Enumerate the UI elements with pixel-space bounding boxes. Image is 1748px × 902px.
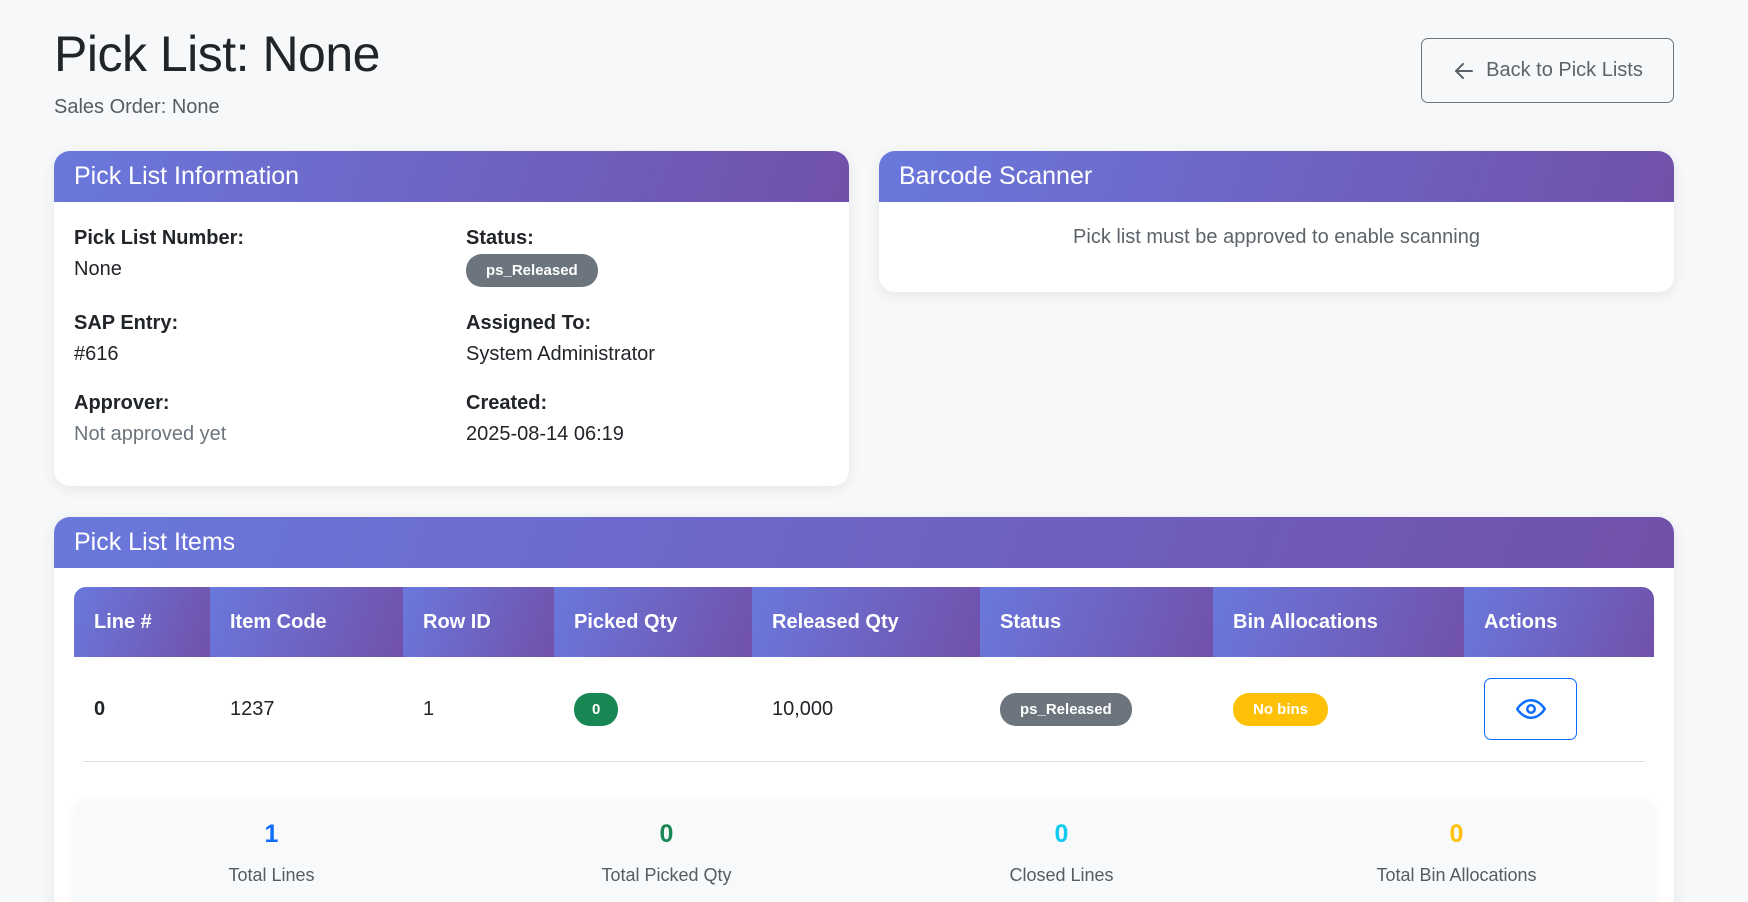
summary-total-picked: 0 Total Picked Qty [469,800,864,902]
cell-picked-qty: 0 [554,692,752,726]
approver-field: Approver: Not approved yet [74,392,226,446]
summary-closed-lines: 0 Closed Lines [864,800,1259,902]
summary-closed-lines-value: 0 [1054,820,1069,848]
view-item-button[interactable] [1484,678,1577,740]
page-header: Pick List: None Sales Order: None [54,24,380,119]
cell-status: ps_Released [980,692,1213,726]
sap-entry-label: SAP Entry: [74,312,179,334]
sap-entry-field: SAP Entry: #616 [74,312,178,366]
created-label: Created: [466,392,548,414]
summary-total-picked-value: 0 [659,820,674,848]
assigned-to-label: Assigned To: [466,312,592,334]
pick-list-number-label: Pick List Number: [74,227,245,249]
status-badge: ps_Released [466,254,598,287]
summary-total-picked-label: Total Picked Qty [601,865,732,885]
status-field: Status: ps_Released [466,227,598,287]
cell-bin-allocations: No bins [1213,692,1464,726]
assigned-to-value: System Administrator [466,343,655,365]
summary-bin-allocations: 0 Total Bin Allocations [1259,800,1654,902]
barcode-scanner-header: Barcode Scanner [879,151,1674,202]
created-value: 2025-08-14 06:19 [466,423,624,445]
scanner-message: Pick list must be approved to enable sca… [1073,226,1480,248]
pick-list-number-field: Pick List Number: None [74,227,244,281]
summary-total-lines-label: Total Lines [228,865,315,885]
col-header-line[interactable]: Line # [74,587,210,657]
back-to-pick-lists-button[interactable]: Back to Pick Lists [1421,38,1674,103]
items-table: Line # Item Code Row ID Picked Qty Relea… [74,587,1654,762]
col-header-row-id[interactable]: Row ID [403,587,554,657]
table-row: 0 1237 1 0 10,000 ps_Released No bins [83,657,1645,762]
col-header-bin-allocations[interactable]: Bin Allocations [1213,587,1464,657]
pick-list-info-header: Pick List Information [54,151,849,202]
summary-total-lines-value: 1 [264,820,279,848]
col-header-actions[interactable]: Actions [1464,587,1654,657]
summary-total-lines: 1 Total Lines [74,800,469,902]
summary-panel: 1 Total Lines 0 Total Picked Qty 0 Close… [74,800,1654,902]
col-header-item-code[interactable]: Item Code [210,587,403,657]
eye-icon [1515,699,1546,719]
bin-allocations-badge: No bins [1233,692,1328,726]
page-subtitle: Sales Order: None [54,96,220,118]
assigned-to-field: Assigned To: System Administrator [466,312,655,366]
picked-qty-badge: 0 [574,692,619,726]
arrow-left-icon [1455,62,1474,79]
pick-list-number-value: None [74,258,122,280]
summary-closed-lines-label: Closed Lines [1009,865,1114,885]
cell-line: 0 [94,697,106,720]
page-title: Pick List: None [54,26,380,82]
barcode-scanner-card: Barcode Scanner Pick list must be approv… [879,151,1674,292]
approver-value: Not approved yet [74,423,227,445]
summary-bin-allocations-value: 0 [1449,820,1464,848]
pick-list-info-card: Pick List Information Pick List Number: … [54,151,849,486]
cell-released-qty: 10,000 [772,697,834,720]
cell-item-code: 1237 [230,697,275,720]
pick-list-items-header: Pick List Items [54,517,1674,568]
cell-row-id: 1 [423,697,435,720]
pick-list-items-card: Pick List Items Line # Item Code Row ID … [54,517,1674,902]
created-field: Created: 2025-08-14 06:19 [466,392,624,446]
table-header-row: Line # Item Code Row ID Picked Qty Relea… [74,587,1654,657]
summary-bin-allocations-label: Total Bin Allocations [1376,865,1537,885]
col-header-status[interactable]: Status [980,587,1213,657]
sap-entry-value: #616 [74,343,119,365]
back-button-label: Back to Pick Lists [1486,59,1643,81]
row-status-badge: ps_Released [1000,692,1132,726]
cell-actions [1464,678,1645,740]
approver-label: Approver: [74,392,170,414]
col-header-picked-qty[interactable]: Picked Qty [554,587,752,657]
col-header-released-qty[interactable]: Released Qty [752,587,980,657]
status-label: Status: [466,227,534,249]
